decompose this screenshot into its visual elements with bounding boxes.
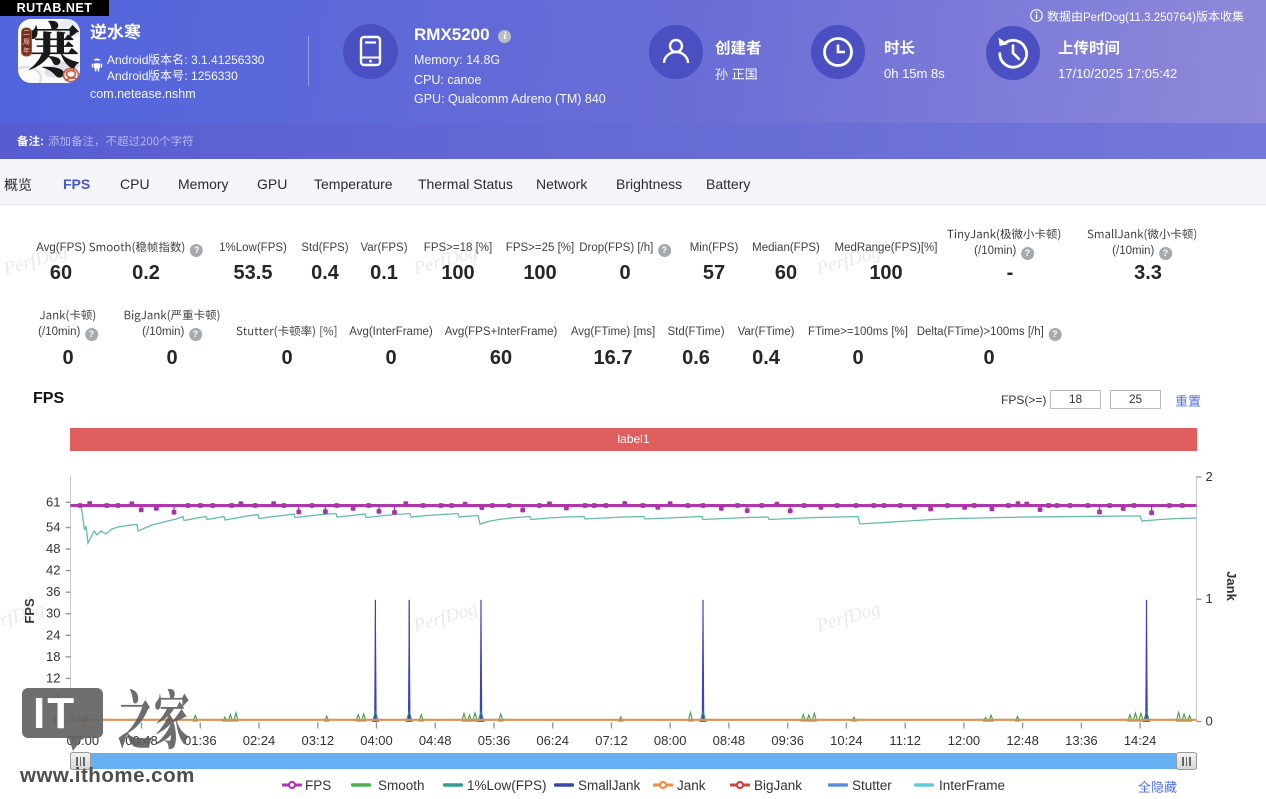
svg-text:12:00: 12:00	[948, 733, 981, 748]
svg-text:04:00: 04:00	[360, 733, 393, 748]
svg-text:08:00: 08:00	[654, 733, 687, 748]
svg-text:12: 12	[46, 670, 60, 685]
svg-text:07:12: 07:12	[595, 733, 628, 748]
svg-text:04:48: 04:48	[419, 733, 452, 748]
svg-text:11:12: 11:12	[889, 733, 921, 748]
svg-text:02:24: 02:24	[243, 733, 276, 748]
svg-text:Jank: Jank	[1224, 571, 1239, 601]
svg-text:61: 61	[46, 494, 60, 509]
svg-text:12:48: 12:48	[1006, 733, 1039, 748]
svg-text:36: 36	[46, 584, 60, 599]
svg-text:06:24: 06:24	[536, 733, 569, 748]
svg-text:1: 1	[1206, 591, 1213, 606]
svg-text:10:24: 10:24	[830, 733, 863, 748]
svg-text:18: 18	[46, 649, 60, 664]
svg-text:09:36: 09:36	[771, 733, 804, 748]
svg-text:54: 54	[46, 520, 60, 535]
svg-text:24: 24	[46, 627, 60, 642]
svg-text:48: 48	[46, 541, 60, 556]
svg-text:05:36: 05:36	[478, 733, 511, 748]
svg-text:08:48: 08:48	[713, 733, 746, 748]
svg-text:0: 0	[1206, 714, 1213, 729]
svg-text:2: 2	[1206, 469, 1213, 484]
svg-text:14:24: 14:24	[1124, 733, 1157, 748]
svg-text:30: 30	[46, 606, 60, 621]
svg-text:03:12: 03:12	[302, 733, 335, 748]
svg-text:FPS: FPS	[22, 598, 37, 624]
svg-text:13:36: 13:36	[1065, 733, 1098, 748]
svg-text:42: 42	[46, 563, 60, 578]
